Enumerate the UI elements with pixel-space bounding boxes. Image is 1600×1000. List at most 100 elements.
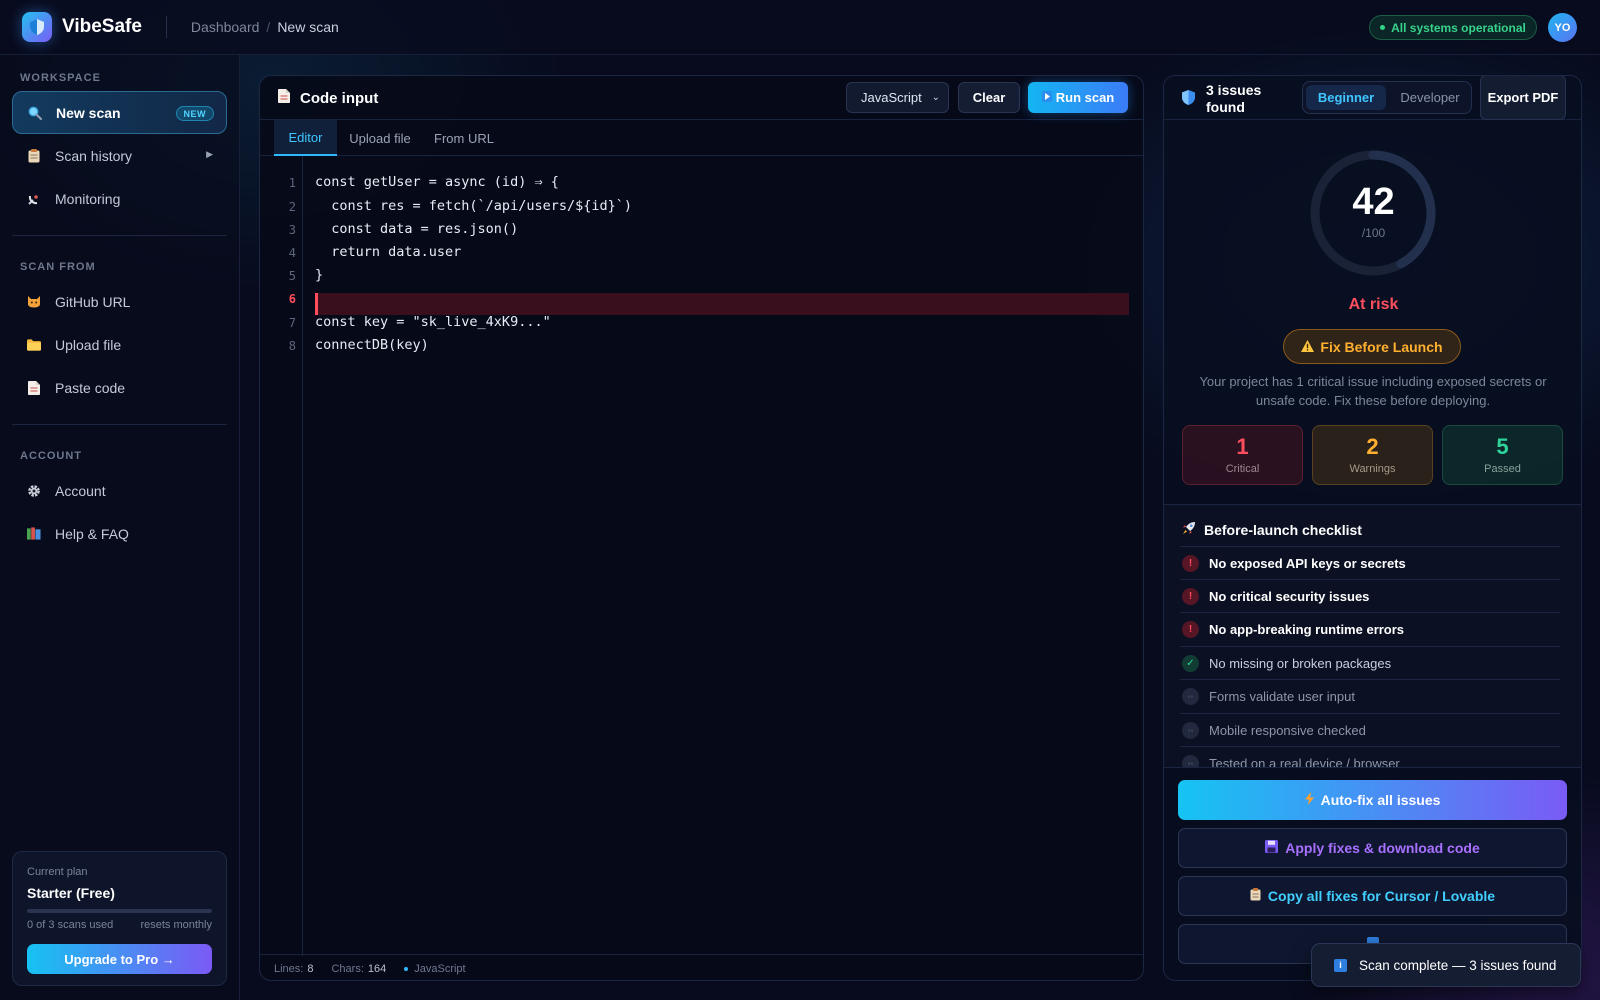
sidebar-item-monitoring[interactable]: Monitoring xyxy=(12,177,227,220)
breadcrumb-dashboard[interactable]: Dashboard xyxy=(191,19,260,35)
run-scan-button[interactable]: Run scan xyxy=(1028,82,1128,113)
tab-editor[interactable]: Editor xyxy=(274,120,337,156)
results-panel: 3 issues found Beginner Developer Export… xyxy=(1163,75,1582,981)
fix-before-launch-badge: Fix Before Launch xyxy=(1283,329,1461,364)
editor-status-bar: Lines: 8 Chars: 164 JavaScript xyxy=(260,954,1143,980)
shield-logo-icon xyxy=(22,12,52,42)
apply-fixes-button[interactable]: Apply fixes & download code xyxy=(1178,828,1567,868)
satellite-icon xyxy=(27,192,41,206)
checklist-item-label: No critical security issues xyxy=(1209,589,1370,604)
expand-arrow-icon[interactable]: ▶ xyxy=(206,149,213,160)
line-number: 4 xyxy=(288,246,296,260)
top-bar: VibeSafe Dashboard / New scan All system… xyxy=(0,0,1600,55)
code-line[interactable]: const getUser = async (id) ⇒ { xyxy=(315,174,559,190)
checklist-item[interactable]: ! No app-breaking runtime errors xyxy=(1180,612,1560,646)
stat-warnings[interactable]: 2 Warnings xyxy=(1312,425,1433,485)
plan-usage-bar xyxy=(27,909,212,913)
auto-fix-button[interactable]: Auto-fix all issues xyxy=(1178,780,1567,820)
checklist-item[interactable]: ◦◦ Forms validate user input xyxy=(1180,679,1560,713)
mode-toggle: Beginner Developer xyxy=(1302,81,1472,114)
document-icon xyxy=(27,380,41,395)
tab-upload-file[interactable]: Upload file xyxy=(342,120,418,156)
code-line[interactable]: } xyxy=(315,267,323,283)
code-input-panel: Code input JavaScript ⌄ Clear Run scan E… xyxy=(259,75,1144,981)
line-number-gutter: 1 2 3 4 5 6 7 8 xyxy=(260,156,303,956)
stat-critical-value: 1 xyxy=(1236,434,1249,459)
checklist-item[interactable]: ◦◦ Tested on a real device / browser xyxy=(1180,746,1560,767)
error-line-highlight xyxy=(315,293,1129,315)
plan-label: Current plan xyxy=(27,866,88,878)
sidebar-item-paste-code[interactable]: Paste code xyxy=(12,366,227,409)
export-pdf-button[interactable]: Export PDF xyxy=(1480,76,1566,120)
line-number: 7 xyxy=(288,316,296,330)
toast-message: Scan complete — 3 issues found xyxy=(1359,957,1557,973)
pending-icon: ◦◦ xyxy=(1182,722,1199,739)
user-avatar[interactable]: YO xyxy=(1548,13,1577,42)
sidebar-item-new-scan[interactable]: New scan NEW xyxy=(12,91,227,134)
scan-complete-toast[interactable]: i Scan complete — 3 issues found xyxy=(1311,943,1581,987)
copy-fixes-button[interactable]: Copy all fixes for Cursor / Lovable xyxy=(1178,876,1567,916)
checklist-item-label: No app-breaking runtime errors xyxy=(1209,622,1405,637)
issues-found-title: 3 issues found xyxy=(1206,82,1262,115)
stat-passed-value: 5 xyxy=(1496,434,1509,459)
magnifier-icon xyxy=(28,106,42,120)
sidebar-item-account[interactable]: Account xyxy=(12,469,227,512)
lightning-icon xyxy=(1304,792,1314,808)
checklist-item-label: Tested on a real device / browser xyxy=(1209,756,1400,767)
clear-button[interactable]: Clear xyxy=(958,82,1020,113)
fail-icon: ! xyxy=(1182,555,1199,572)
checkmark-icon: ✓ xyxy=(1182,655,1199,672)
line-number: 5 xyxy=(288,269,296,283)
breadcrumb: Dashboard / New scan xyxy=(191,19,339,35)
sidebar-item-help-faq[interactable]: Help & FAQ xyxy=(12,512,227,555)
language-select[interactable]: JavaScript ⌄ xyxy=(846,82,949,113)
fail-icon: ! xyxy=(1182,588,1199,605)
logo[interactable]: VibeSafe xyxy=(22,12,142,42)
play-icon xyxy=(1041,90,1052,105)
sidebar-item-scan-history[interactable]: Scan history ▶ xyxy=(12,134,227,177)
code-line[interactable]: const data = res.json() xyxy=(315,221,518,237)
stat-passed[interactable]: 5 Passed xyxy=(1442,425,1563,485)
breadcrumb-separator: / xyxy=(266,19,271,35)
mode-developer[interactable]: Developer xyxy=(1389,85,1471,110)
checklist-item-label: No missing or broken packages xyxy=(1209,656,1392,671)
results-header: 3 issues found Beginner Developer Export… xyxy=(1164,76,1581,120)
app-name: VibeSafe xyxy=(62,16,142,37)
document-icon xyxy=(278,89,290,107)
gear-icon xyxy=(27,484,41,498)
sidebar-item-upload-file[interactable]: Upload file xyxy=(12,323,227,366)
risk-description: Your project has 1 critical issue includ… xyxy=(1199,374,1547,408)
info-icon: i xyxy=(1334,958,1347,972)
code-line[interactable]: return data.user xyxy=(315,244,461,260)
code-line[interactable]: const key = "sk_live_4xK9..." xyxy=(315,314,551,330)
footer-language: JavaScript xyxy=(414,962,466,975)
tab-from-url[interactable]: From URL xyxy=(426,120,502,156)
line-number: 1 xyxy=(288,176,296,190)
checklist-item[interactable]: ! No exposed API keys or secrets xyxy=(1180,546,1560,580)
mode-beginner[interactable]: Beginner xyxy=(1306,85,1386,110)
new-badge: NEW xyxy=(175,106,214,121)
upgrade-button[interactable]: Upgrade to Pro → xyxy=(27,944,212,974)
rocket-icon xyxy=(1182,521,1196,538)
checklist-item[interactable]: ◦◦ Mobile responsive checked xyxy=(1180,713,1560,747)
before-launch-checklist[interactable]: Before-launch checklist ! No exposed API… xyxy=(1164,504,1581,767)
shield-icon xyxy=(1182,90,1195,108)
sidebar-item-github-url[interactable]: GitHub URL xyxy=(12,280,227,323)
code-line[interactable]: connectDB(key) xyxy=(315,337,429,353)
checklist-item[interactable]: ! No critical security issues xyxy=(1180,579,1560,613)
sidebar-item-label: Paste code xyxy=(55,379,126,396)
code-line[interactable]: const res = fetch(`/api/users/${id}`) xyxy=(315,198,632,214)
checklist-title: Before-launch checklist xyxy=(1182,521,1362,538)
stat-warnings-value: 2 xyxy=(1366,434,1379,459)
plan-usage-text: 0 of 3 scans used xyxy=(27,919,114,931)
sidebar-item-label: Upload file xyxy=(55,336,122,353)
panel-header: Code input JavaScript ⌄ Clear Run scan xyxy=(260,76,1143,120)
folder-icon xyxy=(27,338,41,352)
section-scan-from: SCAN FROM xyxy=(20,261,96,273)
checklist-item[interactable]: ✓ No missing or broken packages xyxy=(1180,646,1560,680)
stat-critical[interactable]: 1 Critical xyxy=(1182,425,1303,485)
risk-label: At risk xyxy=(1348,296,1399,313)
copy-fixes-label: Copy all fixes for Cursor / Lovable xyxy=(1267,888,1496,904)
language-select-value: JavaScript xyxy=(861,90,922,105)
section-workspace: WORKSPACE xyxy=(20,72,101,84)
